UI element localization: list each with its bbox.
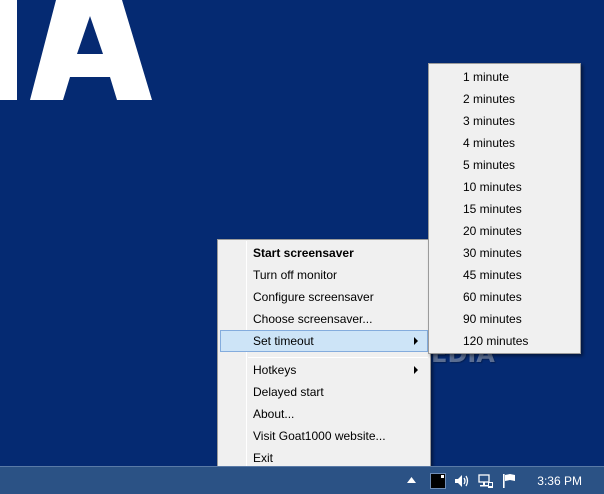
menu-item-label: Set timeout [253, 334, 314, 348]
menu-item-label: Delayed start [253, 385, 324, 399]
show-hidden-icons-arrow-icon[interactable] [407, 477, 416, 483]
submenu-arrow-icon [414, 366, 418, 374]
screensaver-tray-icon[interactable] [430, 473, 446, 489]
menu-item-label: Choose screensaver... [253, 312, 373, 326]
menu-item-visit-website[interactable]: Visit Goat1000 website... [220, 425, 428, 447]
menu-item-label: Start screensaver [253, 246, 354, 260]
menu-separator [248, 357, 428, 358]
menu-item-configure-screensaver[interactable]: Configure screensaver [220, 286, 428, 308]
screensaver-tray-icon-dot [441, 475, 444, 478]
timeout-option-20-minutes[interactable]: 20 minutes [431, 220, 578, 242]
timeout-option-60-minutes[interactable]: 60 minutes [431, 286, 578, 308]
menu-item-label: Turn off monitor [253, 268, 338, 282]
timeout-option-45-minutes[interactable]: 45 minutes [431, 264, 578, 286]
menu-item-label: Visit Goat1000 website... [253, 429, 386, 443]
taskbar: 3:36 PM [0, 466, 604, 494]
submenu-arrow-icon [414, 337, 418, 345]
timeout-option-1-minute[interactable]: 1 minute [431, 66, 578, 88]
timeout-option-2-minutes[interactable]: 2 minutes [431, 88, 578, 110]
menu-item-choose-screensaver[interactable]: Choose screensaver... [220, 308, 428, 330]
menu-item-label: About... [253, 407, 295, 421]
timeout-option-15-minutes[interactable]: 15 minutes [431, 198, 578, 220]
menu-item-label: Exit [253, 451, 274, 465]
wallpaper-logo-letter [30, 0, 152, 100]
set-timeout-submenu: 1 minute 2 minutes 3 minutes 4 minutes 5… [428, 63, 581, 354]
timeout-option-5-minutes[interactable]: 5 minutes [431, 154, 578, 176]
menu-item-delayed-start[interactable]: Delayed start [220, 381, 428, 403]
taskbar-clock[interactable]: 3:36 PM [537, 467, 582, 494]
network-icon[interactable] [478, 473, 494, 489]
timeout-option-120-minutes[interactable]: 120 minutes [431, 330, 578, 352]
timeout-option-10-minutes[interactable]: 10 minutes [431, 176, 578, 198]
wallpaper-logo-bar [0, 0, 17, 100]
tray-context-menu: Start screensaver Turn off monitor Confi… [217, 239, 431, 471]
volume-icon[interactable] [454, 474, 470, 488]
menu-item-about[interactable]: About... [220, 403, 428, 425]
menu-item-hotkeys[interactable]: Hotkeys [220, 359, 428, 381]
menu-item-start-screensaver[interactable]: Start screensaver [220, 242, 428, 264]
menu-item-set-timeout[interactable]: Set timeout [220, 330, 428, 352]
action-center-flag-icon[interactable] [502, 473, 516, 489]
menu-item-label: Hotkeys [253, 363, 297, 377]
timeout-option-3-minutes[interactable]: 3 minutes [431, 110, 578, 132]
timeout-option-4-minutes[interactable]: 4 minutes [431, 132, 578, 154]
timeout-option-30-minutes[interactable]: 30 minutes [431, 242, 578, 264]
menu-item-turn-off-monitor[interactable]: Turn off monitor [220, 264, 428, 286]
menu-item-label: Configure screensaver [253, 290, 374, 304]
timeout-option-90-minutes[interactable]: 90 minutes [431, 308, 578, 330]
